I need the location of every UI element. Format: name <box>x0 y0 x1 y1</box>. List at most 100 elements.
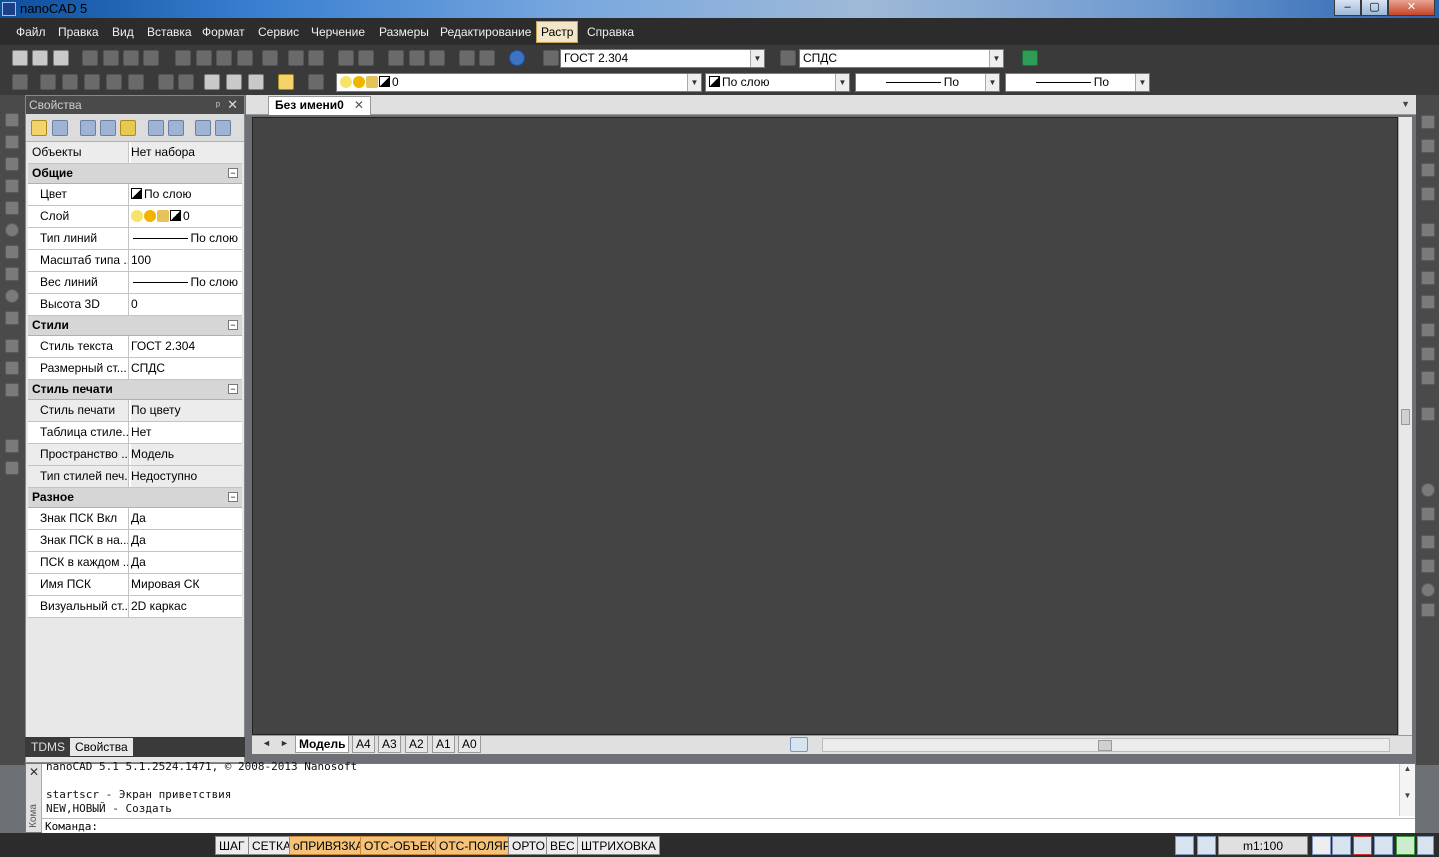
property-value[interactable]: 100 <box>131 250 242 271</box>
sheet-tab-a4[interactable]: A4 <box>352 736 375 753</box>
property-row[interactable]: Стиль текста ГОСТ 2.304 <box>28 336 242 358</box>
command-input[interactable]: Команда: <box>42 818 1415 833</box>
document-tab[interactable]: Без имени0 ✕ <box>268 96 371 115</box>
break-icon[interactable] <box>1421 371 1435 385</box>
property-value[interactable]: По слою <box>131 184 242 205</box>
menu-help[interactable]: Справка <box>583 23 638 43</box>
table-icon[interactable] <box>5 439 19 453</box>
group-general[interactable]: Общие − <box>28 164 242 184</box>
point-icon[interactable] <box>5 361 19 375</box>
drawing-canvas[interactable] <box>252 117 1398 735</box>
zoom-extents-icon[interactable] <box>429 50 445 66</box>
close-icon[interactable]: ✕ <box>29 765 39 779</box>
zoom-icon[interactable] <box>1332 836 1351 855</box>
paste-special-icon[interactable] <box>237 50 253 66</box>
lineweight-toggle[interactable]: ВЕС <box>546 836 579 855</box>
command-scrollbar[interactable]: ▲ ▼ <box>1399 764 1415 816</box>
minimize-button[interactable]: – <box>1334 0 1361 16</box>
linetype-select[interactable]: По слою ▼ <box>855 73 1000 106</box>
property-row[interactable]: Знак ПСК в на... Да <box>28 530 242 552</box>
property-value[interactable]: Да <box>131 508 242 529</box>
property-value[interactable]: Да <box>131 552 242 573</box>
trim-icon[interactable] <box>1421 323 1435 337</box>
menu-view[interactable]: Вид <box>108 23 138 43</box>
property-row[interactable]: Имя ПСК Мировая СК <box>28 574 242 596</box>
save-icon[interactable] <box>53 50 69 66</box>
hatch-icon[interactable] <box>5 311 19 325</box>
mirror-icon[interactable] <box>1421 163 1435 177</box>
property-row[interactable]: Пространство ... Модель <box>28 444 242 466</box>
fullscreen-icon[interactable] <box>1417 836 1434 855</box>
property-row[interactable]: Знак ПСК Вкл Да <box>28 508 242 530</box>
property-row[interactable]: Вес линий По слою <box>28 272 242 294</box>
select-objects-icon[interactable] <box>80 120 96 136</box>
property-row[interactable]: Высота 3D 0 <box>28 294 242 316</box>
menu-modify[interactable]: Редактирование <box>436 23 535 43</box>
rectangle-icon[interactable] <box>5 157 19 171</box>
copy-icon[interactable] <box>196 50 212 66</box>
command-window-handle[interactable]: ✕ Кома <box>26 764 42 832</box>
close-button[interactable]: ✕ <box>1388 0 1435 16</box>
import-icon[interactable] <box>168 120 184 136</box>
move-icon[interactable] <box>1421 223 1435 237</box>
layout-icon[interactable] <box>790 737 808 752</box>
layer-isolate-icon[interactable] <box>248 74 264 90</box>
make-current-icon[interactable] <box>308 74 324 90</box>
layer-tool-2-icon[interactable] <box>40 74 56 90</box>
menu-format[interactable]: Формат <box>198 23 249 43</box>
block-icon[interactable] <box>5 339 19 353</box>
sheet-tab-a3[interactable]: A3 <box>378 736 401 753</box>
group-misc[interactable]: Разное − <box>28 488 242 508</box>
hatch-toggle[interactable]: ШТРИХОВКА <box>577 836 660 855</box>
close-icon[interactable]: ✕ <box>354 98 364 112</box>
quick-select-icon[interactable] <box>100 120 116 136</box>
property-value[interactable]: ГОСТ 2.304 <box>131 336 242 357</box>
snap-toggle[interactable]: ШАГ <box>215 836 249 855</box>
polyline-icon[interactable] <box>5 135 19 149</box>
annotation-scale[interactable]: m1:100 <box>1218 836 1308 855</box>
single-select-icon[interactable] <box>52 120 68 136</box>
property-value[interactable]: Мировая СК <box>131 574 242 595</box>
undo-icon[interactable] <box>288 50 304 66</box>
layer-select[interactable]: 0 ▼ <box>336 73 702 92</box>
layer-manager-icon[interactable] <box>278 74 294 90</box>
plot-icon[interactable] <box>143 50 159 66</box>
collapse-icon[interactable]: − <box>228 320 238 330</box>
property-row[interactable]: Масштаб типа ... 100 <box>28 250 242 272</box>
measure-icon[interactable] <box>459 50 475 66</box>
layer-tool-4-icon[interactable] <box>84 74 100 90</box>
settings-icon[interactable] <box>215 120 231 136</box>
property-row[interactable]: Визуальный ст... 2D каркас <box>28 596 242 618</box>
publish-icon[interactable] <box>123 50 139 66</box>
sheet-tab-a0[interactable]: A0 <box>458 736 481 753</box>
layer-tool-icon[interactable] <box>12 74 28 90</box>
spline-icon[interactable] <box>5 245 19 259</box>
property-row[interactable]: Размерный ст... СПДС <box>28 358 242 380</box>
text-style-select[interactable]: ГОСТ 2.304 ▼ <box>560 49 765 68</box>
sheet-next-icon[interactable]: ► <box>280 738 289 748</box>
align-icon[interactable] <box>1421 559 1435 573</box>
paste-icon[interactable] <box>216 50 232 66</box>
property-row[interactable]: Стиль печати По цвету <box>28 400 242 422</box>
property-row[interactable]: Таблица стиле... Нет <box>28 422 242 444</box>
line-icon[interactable] <box>5 113 19 127</box>
property-value[interactable]: 0 <box>131 206 242 227</box>
property-value[interactable]: СПДС <box>131 358 242 379</box>
property-row[interactable]: Цвет По слою <box>28 184 242 206</box>
scale-icon[interactable] <box>1421 271 1435 285</box>
property-value[interactable]: Недоступно <box>131 466 242 487</box>
offset-icon[interactable] <box>1421 187 1435 201</box>
array-icon[interactable] <box>1421 507 1435 521</box>
property-value[interactable]: По слою <box>131 272 242 293</box>
export-icon[interactable] <box>148 120 164 136</box>
collapse-icon[interactable]: − <box>228 168 238 178</box>
ellipse-icon[interactable] <box>5 289 19 303</box>
property-value[interactable]: 0 <box>131 294 242 315</box>
preview-icon[interactable] <box>103 50 119 66</box>
cut-icon[interactable] <box>175 50 191 66</box>
ortho-toggle[interactable]: ОРТО <box>508 836 549 855</box>
pan-icon[interactable] <box>338 50 354 66</box>
layer-tool-5-icon[interactable] <box>106 74 122 90</box>
zoom-previous-icon[interactable] <box>409 50 425 66</box>
arc-icon[interactable] <box>5 201 19 215</box>
